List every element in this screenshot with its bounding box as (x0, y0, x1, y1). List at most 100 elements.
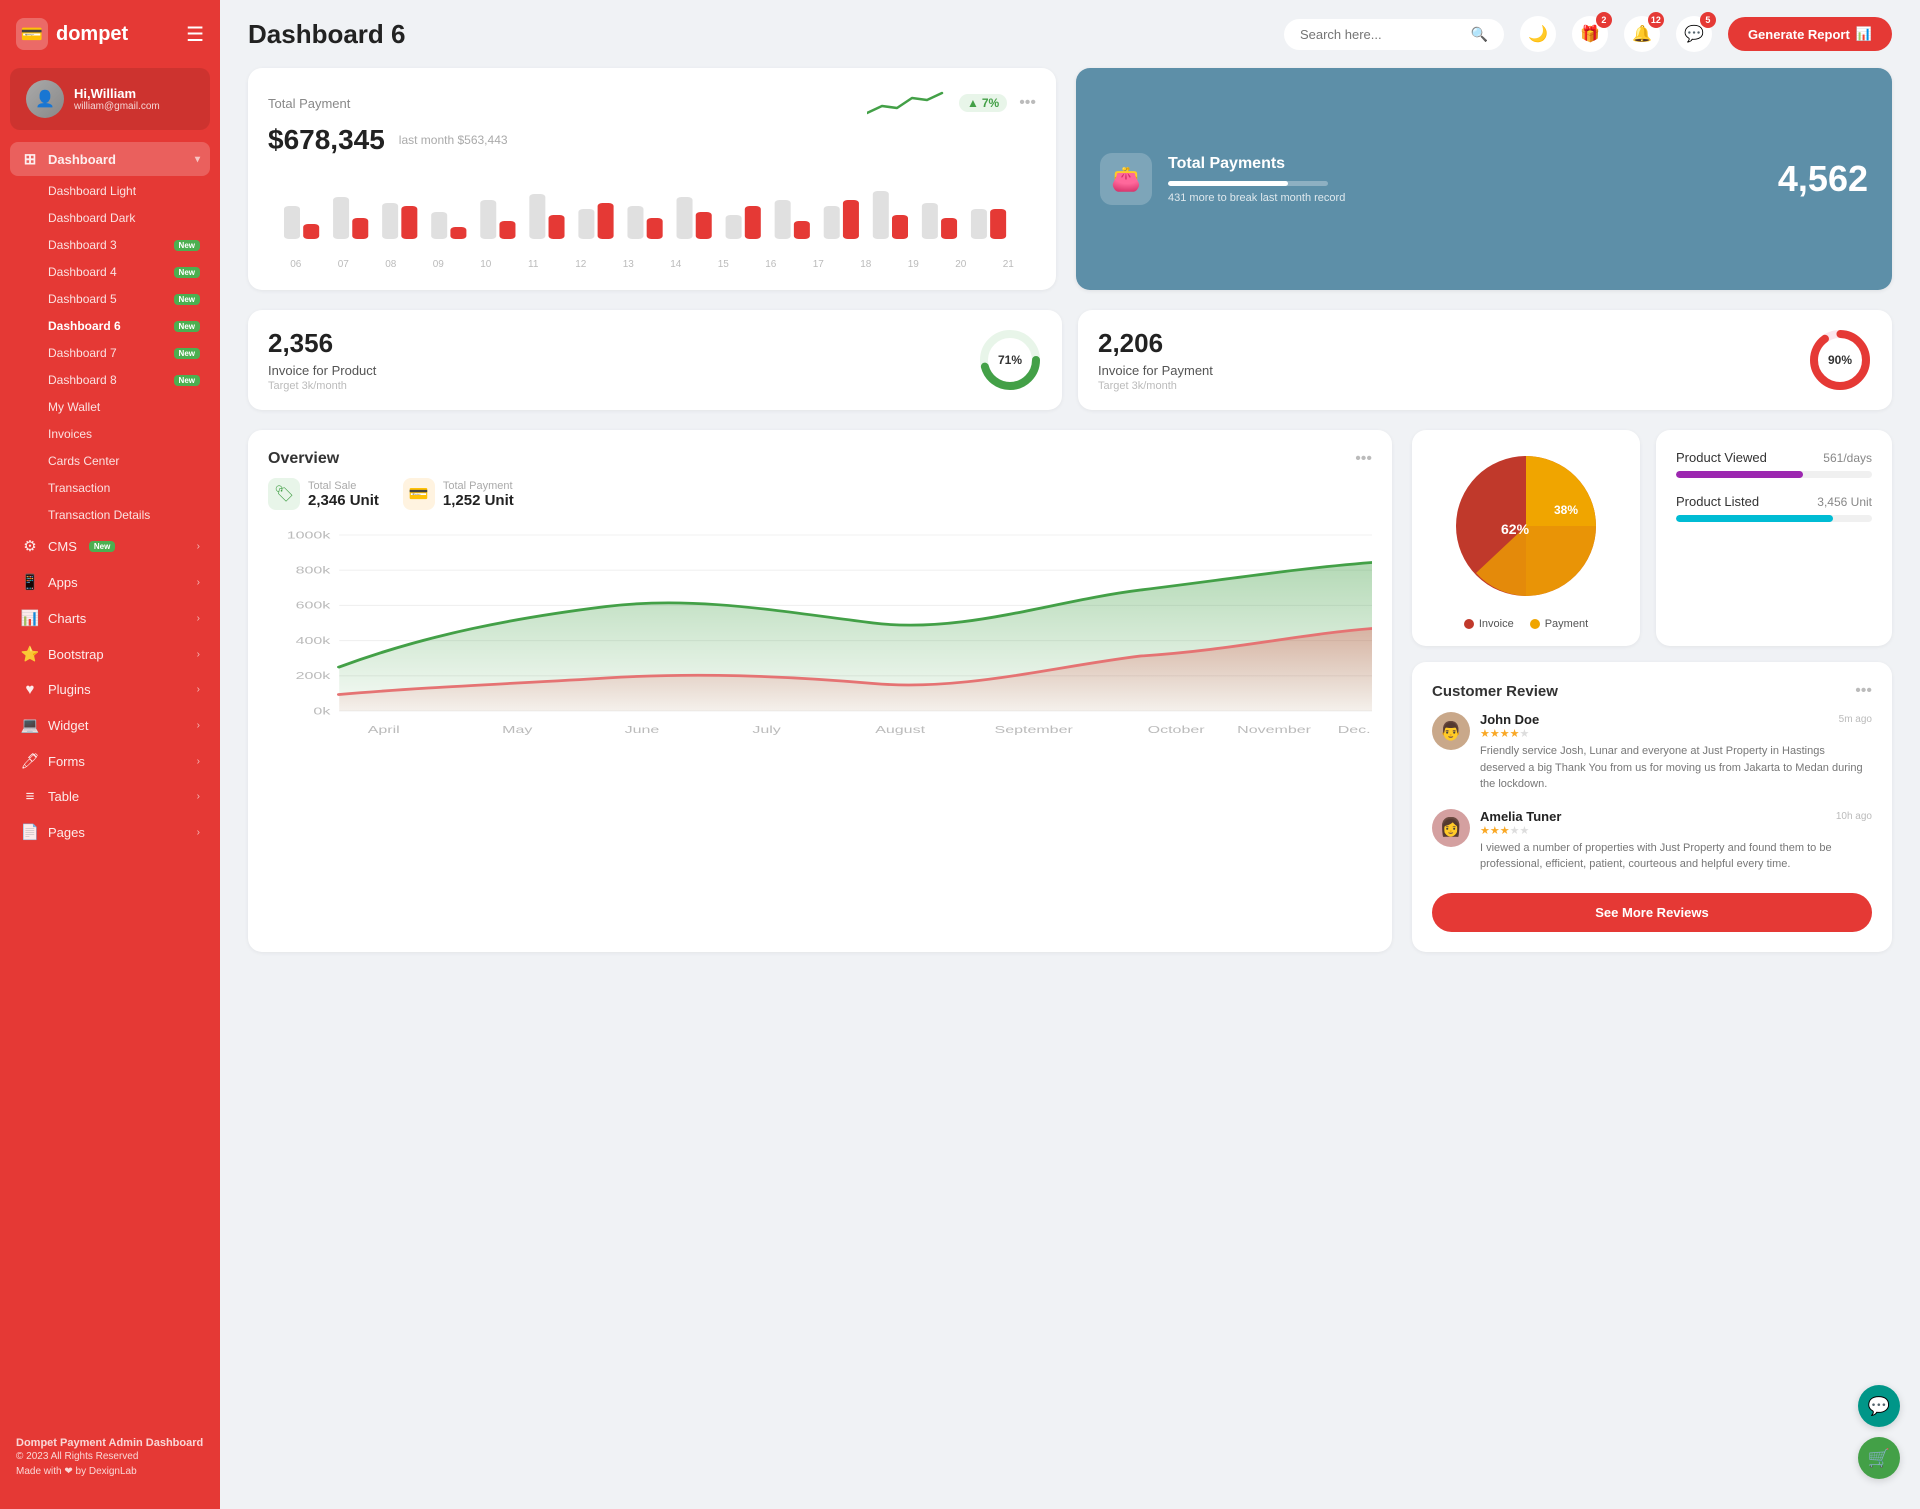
invoice-payment-sub: Target 3k/month (1098, 380, 1213, 392)
sidebar-item-table[interactable]: ≡ Table › (10, 780, 210, 813)
support-float-button[interactable]: 💬 (1858, 1385, 1900, 1427)
sidebar-submenu-item-transaction[interactable]: Transaction (38, 475, 210, 501)
sidebar-submenu-item-dashboard-8[interactable]: Dashboard 8 New (38, 367, 210, 393)
invoice-payment-donut: 90% (1808, 328, 1872, 392)
total-amount: $678,345 (268, 124, 385, 156)
footer-copyright: © 2023 All Rights Reserved (16, 1451, 204, 1462)
total-payments-blue-card: 👛 Total Payments 431 more to break last … (1076, 68, 1892, 290)
submenu-label: Dashboard 3 (48, 238, 117, 252)
sidebar-item-widget[interactable]: 💻 Widget › (10, 708, 210, 742)
svg-text:October: October (1148, 724, 1206, 735)
charts-icon: 📊 (20, 609, 40, 627)
sidebar-submenu-item-dashboard-3[interactable]: Dashboard 3 New (38, 232, 210, 258)
sidebar-submenu-item-dashboard-7[interactable]: Dashboard 7 New (38, 340, 210, 366)
svg-text:62%: 62% (1501, 521, 1530, 537)
footer-made-with: Made with ❤ by DexignLab (16, 1466, 204, 1477)
see-more-reviews-button[interactable]: See More Reviews (1432, 893, 1872, 932)
chart-label: 09 (415, 259, 463, 270)
submenu-label: Dashboard 6 (48, 319, 121, 333)
submenu-label: My Wallet (48, 400, 100, 414)
chart-x-labels: 06070809101112131415161718192021 (268, 259, 1036, 270)
sidebar-item-dashboard-left: ⊞ Dashboard (20, 150, 116, 168)
sidebar-item-forms[interactable]: 🖊 Forms › (10, 744, 210, 778)
sidebar-submenu-item-dashboard-4[interactable]: Dashboard 4 New (38, 259, 210, 285)
chart-label: 18 (842, 259, 890, 270)
sidebar-submenu-item-cards-center[interactable]: Cards Center (38, 448, 210, 474)
right-column: 62% 38% Invoice Payment (1412, 430, 1892, 952)
forms-icon: 🖊 (20, 752, 40, 770)
chat-icon: 💬 (1684, 24, 1704, 44)
product-listed-row: Product Listed 3,456 Unit (1676, 494, 1872, 509)
pie-stats-row: 62% 38% Invoice Payment (1412, 430, 1892, 646)
sidebar-item-plugins[interactable]: ♥ Plugins › (10, 673, 210, 706)
sidebar-item-table-label: Table (48, 789, 79, 804)
sidebar-submenu-item-my-wallet[interactable]: My Wallet (38, 394, 210, 420)
generate-report-button[interactable]: Generate Report 📊 (1728, 17, 1892, 51)
review-stars-1: ★★★★★ (1480, 727, 1872, 740)
sidebar-item-pages-label: Pages (48, 825, 85, 840)
dashboard-submenu: Dashboard Light Dashboard Dark Dashboard… (10, 178, 210, 528)
review-time-2: 10h ago (1836, 811, 1872, 822)
sidebar-item-widget-label: Widget (48, 718, 88, 733)
overview-card: Overview ••• 🏷 Total Sale 2,346 Unit 💳 (248, 430, 1392, 952)
plugins-icon: ♥ (20, 681, 40, 698)
sidebar-submenu-item-transaction-details[interactable]: Transaction Details (38, 502, 210, 528)
trend-up-icon: ▲ (967, 96, 979, 110)
sidebar-submenu-item-dashboard-6[interactable]: Dashboard 6 New (38, 313, 210, 339)
support-icon: 💬 (1868, 1396, 1890, 1417)
new-badge: New (89, 541, 115, 552)
review-dots[interactable]: ••• (1855, 682, 1872, 700)
review-title: Customer Review (1432, 683, 1558, 700)
sidebar-submenu-item-dashboard-5[interactable]: Dashboard 5 New (38, 286, 210, 312)
sidebar-submenu-item-dashboard-light[interactable]: Dashboard Light (38, 178, 210, 204)
svg-text:200k: 200k (296, 670, 331, 681)
sidebar-item-bootstrap[interactable]: ⭐ Bootstrap › (10, 637, 210, 671)
trend-badge: ▲ 7% (959, 94, 1007, 112)
cms-icon: ⚙ (20, 537, 40, 555)
dashboard-icon: ⊞ (20, 150, 40, 168)
chart-label: 08 (367, 259, 415, 270)
sidebar-item-apps[interactable]: 📱 Apps › (10, 565, 210, 599)
bell-badge: 12 (1648, 12, 1664, 28)
chat-button[interactable]: 💬 5 (1676, 16, 1712, 52)
total-payment-icon: 💳 (403, 478, 435, 510)
bar-chart: 06070809101112131415161718192021 (268, 164, 1036, 270)
row-1: Total Payment ▲ 7% ••• $678,345 l (248, 68, 1892, 290)
product-listed-stat: Product Listed 3,456 Unit (1676, 494, 1872, 522)
chevron-right-icon: › (197, 756, 200, 767)
sidebar-item-charts[interactable]: 📊 Charts › (10, 601, 210, 635)
sidebar-submenu-item-invoices[interactable]: Invoices (38, 421, 210, 447)
svg-text:800k: 800k (296, 565, 331, 576)
submenu-label: Dashboard Dark (48, 211, 135, 225)
product-viewed-fill (1676, 471, 1803, 478)
moon-button[interactable]: 🌙 (1520, 16, 1556, 52)
overview-dots[interactable]: ••• (1355, 450, 1372, 468)
bell-button[interactable]: 🔔 12 (1624, 16, 1660, 52)
invoice-dot (1464, 619, 1474, 629)
card-header-right: ▲ 7% ••• (867, 88, 1036, 118)
svg-text:September: September (995, 724, 1074, 735)
search-input[interactable] (1300, 27, 1463, 42)
gift-button[interactable]: 🎁 2 (1572, 16, 1608, 52)
sidebar-logo-area: 💳 dompet ☰ (0, 0, 220, 68)
svg-text:May: May (502, 724, 533, 735)
header: Dashboard 6 🔍 🌙 🎁 2 🔔 12 💬 5 Gen (220, 0, 1920, 68)
chevron-right-icon: › (197, 684, 200, 695)
generate-report-label: Generate Report (1748, 27, 1850, 42)
svg-text:April: April (368, 724, 400, 735)
card-dots[interactable]: ••• (1019, 94, 1036, 112)
sidebar-item-pages[interactable]: 📄 Pages › (10, 815, 210, 849)
sidebar-item-cms[interactable]: ⚙ CMS New › (10, 529, 210, 563)
overview-title: Overview (268, 450, 339, 468)
chevron-right-icon: › (197, 720, 200, 731)
cart-float-button[interactable]: 🛒 (1858, 1437, 1900, 1479)
new-badge: New (174, 294, 200, 305)
overview-header: Overview ••• (268, 450, 1372, 468)
hamburger-icon[interactable]: ☰ (186, 22, 204, 47)
sidebar-item-cms-left: ⚙ CMS New (20, 537, 115, 555)
bar-chart-svg (268, 164, 1036, 254)
chart-label: 15 (700, 259, 748, 270)
sidebar-submenu-item-dashboard-dark[interactable]: Dashboard Dark (38, 205, 210, 231)
sidebar-item-dashboard[interactable]: ⊞ Dashboard ▾ (10, 142, 210, 176)
review-avatar-2: 👩 (1432, 809, 1470, 847)
